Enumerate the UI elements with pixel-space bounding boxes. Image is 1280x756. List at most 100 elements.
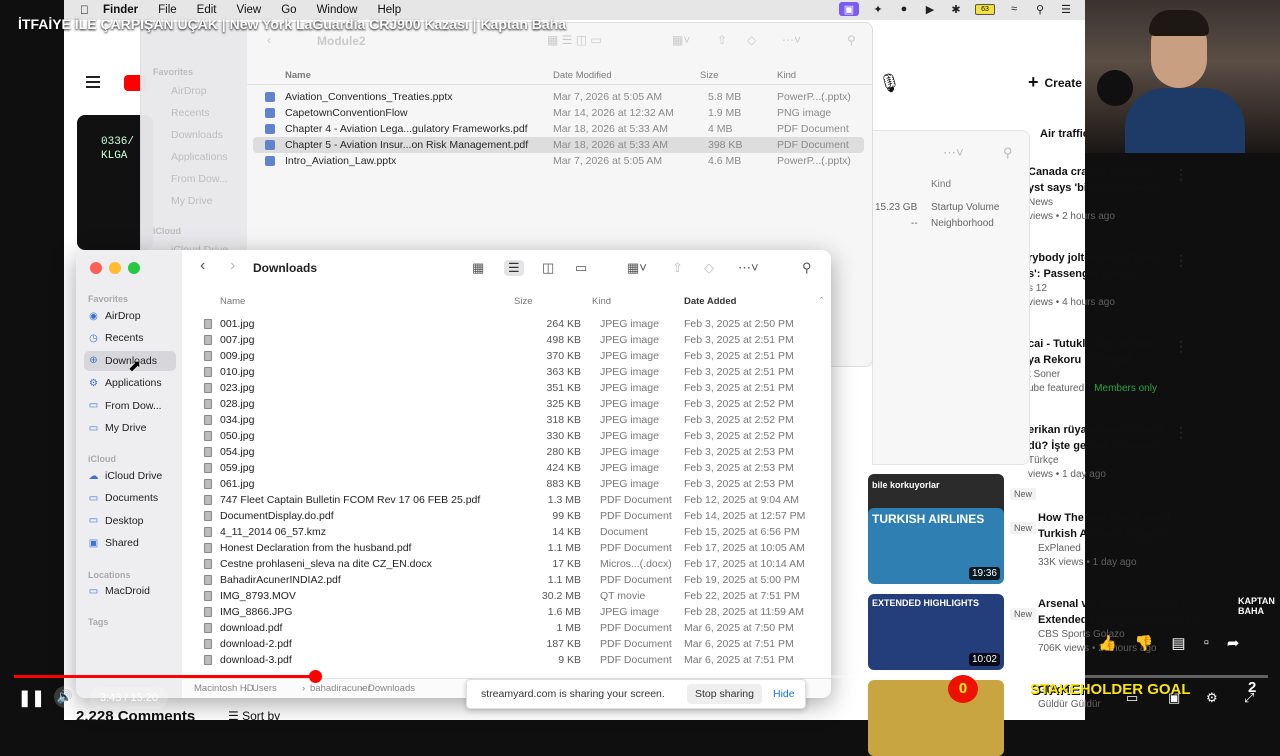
file-row[interactable]: IMG_8793.MOV 30.2 MB QT movie Feb 22, 2025 …	[182, 588, 831, 604]
gallery-view-icon[interactable]: ▭	[575, 260, 587, 276]
file-row[interactable]: 4_11_2014 06_57.kmz 14 KB Document Feb 15, …	[182, 524, 831, 540]
more-options-icon[interactable]: ⋮	[1208, 596, 1222, 613]
voice-search-icon[interactable]: 🎙	[878, 73, 901, 94]
file-row[interactable]: 054.jpg 280 KB JPEG image Feb 3, 2025 at 2:…	[182, 444, 831, 460]
sidebar-item-my-drive[interactable]: My Drive	[171, 195, 212, 207]
col-date-added[interactable]: Date Added	[684, 296, 736, 307]
sidebar-item-from-dow-[interactable]: ▭ From Dow...	[84, 396, 176, 416]
back-icon[interactable]: ‹	[200, 257, 205, 275]
video-thumbnail[interactable]: TURKISH AIRLINES 19:36	[868, 508, 1004, 584]
apple-icon[interactable]: 	[80, 3, 89, 17]
comment-icon[interactable]: ▤	[1171, 634, 1185, 652]
more-icon[interactable]: ⋯˅	[782, 33, 801, 47]
column-view-icon[interactable]: ◫	[542, 260, 554, 276]
file-row[interactable]: 059.jpg 424 KB JPEG image Feb 3, 2025 at 2:…	[182, 460, 831, 476]
col-kind[interactable]: Kind	[592, 296, 611, 307]
file-row[interactable]: 050.jpg 330 KB JPEG image Feb 3, 2025 at 2:…	[182, 428, 831, 444]
share-arrow-icon[interactable]: ➦	[1227, 634, 1240, 652]
file-row[interactable]: 028.jpg 325 KB JPEG image Feb 3, 2025 at 2:…	[182, 396, 831, 412]
search-icon[interactable]: ⚲	[1033, 2, 1047, 16]
more-options-icon[interactable]: ⋮	[1174, 338, 1188, 355]
search-icon[interactable]: ⚲	[1003, 145, 1013, 161]
finder-window-downloads[interactable]: Favorites ◉ AirDrop ◷ Recents ⊕ Downloads ⚙ App…	[76, 250, 831, 698]
sidebar-item-applications[interactable]: Applications	[171, 151, 228, 163]
list-view-icon[interactable]: ☰	[504, 260, 524, 276]
menu-file[interactable]: File	[158, 4, 177, 16]
more-icon[interactable]: ⋯˅	[738, 260, 759, 276]
file-row[interactable]: 061.jpg 883 KB JPEG image Feb 3, 2025 at 2:…	[182, 476, 831, 492]
col-date-modified[interactable]: Date Modified	[553, 70, 612, 81]
progress-scrubber[interactable]	[308, 670, 322, 683]
sidebar-item-airdrop[interactable]: AirDrop	[171, 85, 207, 97]
sidebar-item-icloud-drive[interactable]: ☁ iCloud Drive	[84, 466, 176, 486]
user-icon[interactable]: ●	[897, 2, 911, 16]
file-row[interactable]: Honest Declaration from the husband.pdf 1…	[182, 540, 831, 556]
hide-button[interactable]: Hide	[773, 688, 795, 700]
sidebar-item-airdrop[interactable]: ◉ AirDrop	[84, 306, 176, 326]
file-row[interactable]: 034.jpg 318 KB JPEG image Feb 3, 2025 at 2:…	[182, 412, 831, 428]
sidebar-item-recents[interactable]: ◷ Recents	[84, 328, 176, 348]
screen-share-icon[interactable]: ▣	[839, 2, 859, 16]
file-row[interactable]: 023.jpg 351 KB JPEG image Feb 3, 2025 at 2:…	[182, 380, 831, 396]
pause-icon[interactable]: ❚❚	[18, 688, 45, 708]
recent-video-item[interactable]: rybody jolted out of their s': Passenger …	[1028, 250, 1248, 310]
more-icon[interactable]: ⋯˅	[943, 145, 964, 161]
battery-icon[interactable]: 63	[975, 3, 995, 15]
col-kind[interactable]: Kind	[931, 179, 951, 190]
zoom-icon[interactable]	[128, 262, 140, 274]
file-row[interactable]: 010.jpg 363 KB JPEG image Feb 3, 2025 at 2:…	[182, 364, 831, 380]
col-size[interactable]: Size	[700, 70, 718, 81]
tag-icon[interactable]: ◇	[704, 260, 714, 276]
sparkle-icon[interactable]: ✦	[871, 2, 885, 16]
menu-edit[interactable]: Edit	[197, 4, 217, 16]
file-row[interactable]: Cestne prohlaseni_sleva na dite CZ_EN.do…	[182, 556, 831, 572]
sidebar-item-desktop[interactable]: ▭ Desktop	[84, 511, 176, 531]
control-center-icon[interactable]: ☰	[1059, 2, 1073, 16]
minimize-icon[interactable]	[109, 262, 121, 274]
tag-icon[interactable]: ◇	[747, 33, 756, 47]
menu-go[interactable]: Go	[281, 4, 296, 16]
like-icon[interactable]: 👍	[1098, 634, 1117, 652]
col-size[interactable]: Size	[514, 296, 532, 307]
file-row[interactable]: BahadirAcunerINDIA2.pdf 1.1 MB PDF Documen…	[182, 572, 831, 588]
file-row[interactable]: download-3.pdf 9 KB PDF Document Mar 6, 202…	[182, 652, 831, 668]
file-row[interactable]: IMG_8866.JPG 1.6 MB JPEG image Feb 28, 2025…	[182, 604, 831, 620]
share-icon[interactable]: ⇧	[672, 260, 683, 276]
more-options-icon[interactable]: ⋮	[1174, 252, 1188, 269]
col-kind[interactable]: Kind	[777, 70, 796, 81]
file-row[interactable]: 747 Fleet Captain Bulletin FCOM Rev 17 0…	[182, 492, 831, 508]
recent-video-item[interactable]: Canada crash | Aviation yst says 'big hum…	[1028, 164, 1248, 224]
sidebar-item-shared[interactable]: ▣ Shared	[84, 533, 176, 553]
col-name[interactable]: Name	[220, 296, 245, 307]
more-options-icon[interactable]: ⋮	[1208, 510, 1222, 527]
bluetooth-icon[interactable]: ✱	[949, 2, 963, 16]
file-row[interactable]: DocumentDisplay.do.pdf 99 KB PDF Document F…	[182, 508, 831, 524]
file-row[interactable]: Aviation_Conventions_Treaties.pptx Mar 7,…	[253, 89, 864, 105]
share-icon[interactable]: ⇧	[717, 33, 727, 47]
recent-video-item[interactable]: cai - Tutuklu Aşk ve Yeni ya Rekoru | YOR…	[1028, 336, 1248, 396]
sidebar-item-documents[interactable]: ▭ Documents	[84, 488, 176, 508]
create-button[interactable]: + Create	[1028, 72, 1082, 93]
more-options-icon[interactable]: ⋮	[1174, 166, 1188, 183]
menu-help[interactable]: Help	[377, 4, 401, 16]
video-thumbnail[interactable]: EXTENDED HIGHLIGHTS 10:02	[868, 594, 1004, 670]
menu-app-name[interactable]: Finder	[103, 4, 138, 16]
forward-icon[interactable]: ›	[230, 257, 235, 275]
finder-window-middle[interactable]: ⋯˅ ⚲ Kind 15.23 GB Startup Volume -- Nei…	[872, 130, 1030, 465]
menu-icon[interactable]	[86, 76, 100, 78]
col-name[interactable]: Name	[285, 70, 311, 81]
sidebar-item-from-dow[interactable]: From Dow...	[171, 173, 228, 185]
group-icon[interactable]: ▦˅	[672, 33, 690, 47]
back-icon[interactable]: ‹	[267, 33, 271, 47]
file-row[interactable]: 007.jpg 498 KB JPEG image Feb 3, 2025 at 2:…	[182, 332, 831, 348]
view-toggle-icons[interactable]: ▦ ☰ ◫ ▭	[547, 33, 602, 47]
volume-icon[interactable]: 🔊	[54, 686, 76, 708]
file-row[interactable]: download.pdf 1 MB PDF Document Mar 6, 2025 …	[182, 620, 831, 636]
icon-view-icon[interactable]: ▦	[472, 260, 484, 276]
sidebar-item-macdroid[interactable]: ▭ MacDroid	[84, 581, 176, 601]
sidebar-item-downloads[interactable]: Downloads	[171, 129, 223, 141]
file-row[interactable]: Chapter 4 - Aviation Lega...gulatory Fra…	[253, 121, 864, 137]
chip-air-traffic[interactable]: Air traffic	[1040, 128, 1089, 140]
recent-video-item[interactable]: erikan rüyası nasıl kâbusa dü? İşte gerçe…	[1028, 422, 1248, 482]
file-row[interactable]: Intro_Aviation_Law.pptx Mar 7, 2026 at 5:…	[253, 153, 864, 169]
